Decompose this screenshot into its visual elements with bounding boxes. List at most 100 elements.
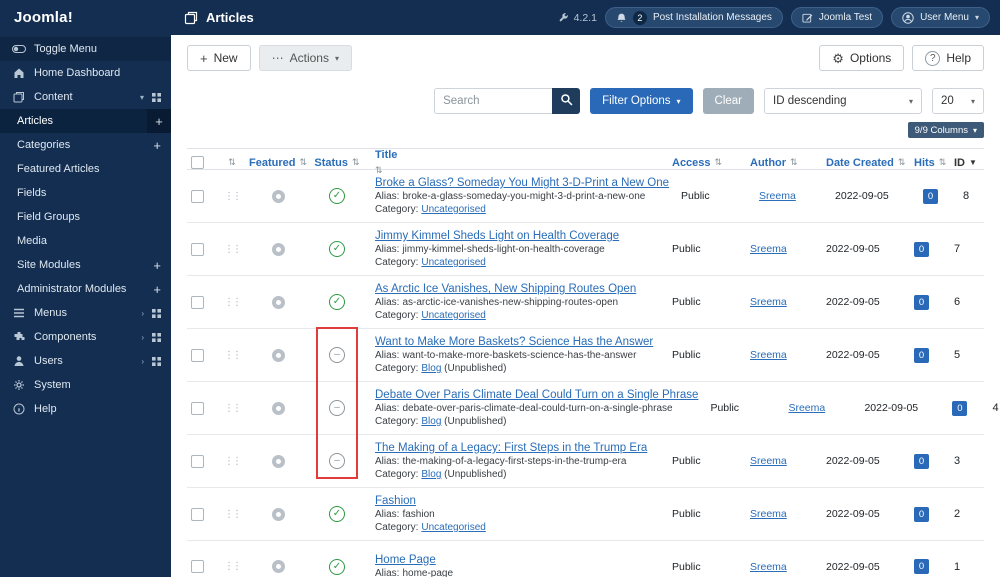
status-published-icon[interactable]: ✓ — [329, 241, 345, 257]
dashboard-grid-icon[interactable] — [152, 308, 161, 318]
sidebar-item-categories[interactable]: Categories + — [0, 133, 171, 157]
category-link[interactable]: Uncategorised — [421, 310, 485, 321]
add-new-button[interactable]: + — [153, 283, 161, 296]
user-menu-button[interactable]: User Menu ▾ — [891, 7, 990, 28]
drag-handle-icon[interactable]: ⋮⋮ — [224, 456, 242, 467]
list-limit-select[interactable]: 20 ▾ — [932, 88, 984, 114]
sidebar-item-articles[interactable]: Articles + — [0, 109, 171, 133]
drag-handle-icon[interactable]: ⋮⋮ — [224, 350, 242, 361]
category-link[interactable]: Uncategorised — [421, 522, 485, 533]
category-link[interactable]: Blog — [421, 469, 441, 480]
featured-toggle-icon[interactable] — [271, 348, 285, 362]
author-link[interactable]: Sreema — [750, 455, 787, 467]
row-checkbox[interactable] — [191, 507, 204, 521]
column-header-status[interactable]: Status ⇅ — [309, 157, 365, 169]
help-button[interactable]: ? Help — [912, 45, 984, 71]
filter-options-button[interactable]: Filter Options ▾ — [590, 88, 693, 114]
article-title-link[interactable]: Jimmy Kimmel Sheds Light on Health Cover… — [375, 230, 619, 242]
drag-handle-icon[interactable]: ⋮⋮ — [224, 561, 242, 572]
status-published-icon[interactable]: ✓ — [329, 558, 345, 575]
author-link[interactable]: Sreema — [750, 243, 787, 255]
author-link[interactable]: Sreema — [750, 561, 787, 573]
dashboard-grid-icon[interactable] — [152, 356, 161, 366]
featured-toggle-icon[interactable] — [271, 560, 285, 573]
column-header-hits[interactable]: Hits ⇅ — [914, 157, 952, 169]
author-link[interactable]: Sreema — [750, 349, 787, 361]
row-checkbox[interactable] — [191, 242, 204, 256]
featured-toggle-icon[interactable] — [271, 454, 285, 468]
add-new-button[interactable]: + — [147, 109, 171, 133]
row-checkbox[interactable] — [191, 348, 204, 362]
drag-handle-icon[interactable]: ⋮⋮ — [224, 297, 242, 308]
sidebar-item-content[interactable]: Content ▾ — [0, 85, 171, 109]
article-title-link[interactable]: As Arctic Ice Vanishes, New Shipping Rou… — [375, 283, 636, 295]
category-link[interactable]: Uncategorised — [421, 204, 485, 215]
category-link[interactable]: Blog — [421, 363, 441, 374]
article-title-link[interactable]: Debate Over Paris Climate Deal Could Tur… — [375, 389, 698, 401]
actions-button[interactable]: ⋯ Actions ▾ — [258, 45, 352, 71]
row-checkbox[interactable] — [191, 189, 204, 203]
sidebar-item-menus[interactable]: Menus › — [0, 301, 171, 325]
column-header-date-created[interactable]: Date Created ⇅ — [826, 157, 914, 169]
row-checkbox[interactable] — [191, 401, 204, 415]
article-title-link[interactable]: Broke a Glass? Someday You Might 3-D-Pri… — [375, 177, 669, 189]
row-checkbox[interactable] — [191, 295, 204, 309]
status-unpublished-icon[interactable]: – — [329, 400, 345, 416]
category-link[interactable]: Blog — [421, 416, 441, 427]
add-new-button[interactable]: + — [153, 139, 161, 152]
column-header-access[interactable]: Access ⇅ — [670, 157, 750, 169]
column-header-author[interactable]: Author ⇅ — [750, 157, 826, 169]
site-preview-button[interactable]: Joomla Test — [790, 7, 884, 28]
article-title-link[interactable]: Home Page — [375, 554, 436, 566]
drag-handle-icon[interactable]: ⋮⋮ — [224, 509, 242, 520]
sidebar-item-users[interactable]: Users › — [0, 349, 171, 373]
author-link[interactable]: Sreema — [750, 296, 787, 308]
featured-toggle-icon[interactable] — [271, 242, 285, 256]
add-new-button[interactable]: + — [153, 259, 161, 272]
article-title-link[interactable]: Fashion — [375, 495, 416, 507]
featured-toggle-icon[interactable] — [271, 189, 285, 203]
sidebar-item-toggle-menu[interactable]: Toggle Menu — [0, 37, 171, 61]
row-checkbox[interactable] — [191, 454, 204, 468]
status-published-icon[interactable]: ✓ — [329, 506, 345, 522]
clear-button[interactable]: Clear — [702, 88, 754, 114]
category-link[interactable]: Uncategorised — [421, 257, 485, 268]
featured-toggle-icon[interactable] — [271, 295, 285, 309]
sidebar-item-help[interactable]: Help — [0, 397, 171, 421]
sidebar-item-media[interactable]: Media — [0, 229, 171, 253]
dashboard-grid-icon[interactable] — [152, 92, 161, 102]
sidebar-item-home-dashboard[interactable]: Home Dashboard — [0, 61, 171, 85]
author-link[interactable]: Sreema — [750, 508, 787, 520]
sort-select[interactable]: ID descending ▾ — [764, 88, 922, 114]
search-input[interactable] — [434, 88, 553, 114]
sidebar-item-field-groups[interactable]: Field Groups — [0, 205, 171, 229]
status-unpublished-icon[interactable]: – — [329, 347, 345, 363]
options-button[interactable]: ⚙ Options — [819, 45, 905, 71]
post-installation-messages-button[interactable]: 2 Post Installation Messages — [604, 7, 783, 28]
column-header-ordering[interactable]: ⇅ — [217, 157, 247, 168]
status-published-icon[interactable]: ✓ — [329, 188, 345, 204]
featured-toggle-icon[interactable] — [271, 507, 285, 521]
dashboard-grid-icon[interactable] — [152, 332, 161, 342]
author-link[interactable]: Sreema — [788, 402, 825, 414]
drag-handle-icon[interactable]: ⋮⋮ — [224, 191, 242, 202]
column-header-id[interactable]: ID ▼ — [952, 157, 984, 169]
author-link[interactable]: Sreema — [759, 190, 796, 202]
columns-dropdown-button[interactable]: 9/9 Columns ▾ — [907, 122, 984, 138]
sidebar-item-fields[interactable]: Fields — [0, 181, 171, 205]
drag-handle-icon[interactable]: ⋮⋮ — [224, 244, 242, 255]
sidebar-item-administrator-modules[interactable]: Administrator Modules + — [0, 277, 171, 301]
search-button[interactable] — [552, 88, 581, 114]
featured-toggle-icon[interactable] — [271, 401, 285, 415]
status-unpublished-icon[interactable]: – — [329, 453, 345, 469]
sidebar-item-system[interactable]: System — [0, 373, 171, 397]
sidebar-item-components[interactable]: Components › — [0, 325, 171, 349]
drag-handle-icon[interactable]: ⋮⋮ — [224, 403, 242, 414]
article-title-link[interactable]: The Making of a Legacy: First Steps in t… — [375, 442, 647, 454]
status-published-icon[interactable]: ✓ — [329, 294, 345, 310]
row-checkbox[interactable] — [191, 560, 204, 573]
sidebar-item-site-modules[interactable]: Site Modules + — [0, 253, 171, 277]
new-button[interactable]: + New — [187, 45, 251, 71]
sidebar-item-featured-articles[interactable]: Featured Articles — [0, 157, 171, 181]
article-title-link[interactable]: Want to Make More Baskets? Science Has t… — [375, 336, 653, 348]
